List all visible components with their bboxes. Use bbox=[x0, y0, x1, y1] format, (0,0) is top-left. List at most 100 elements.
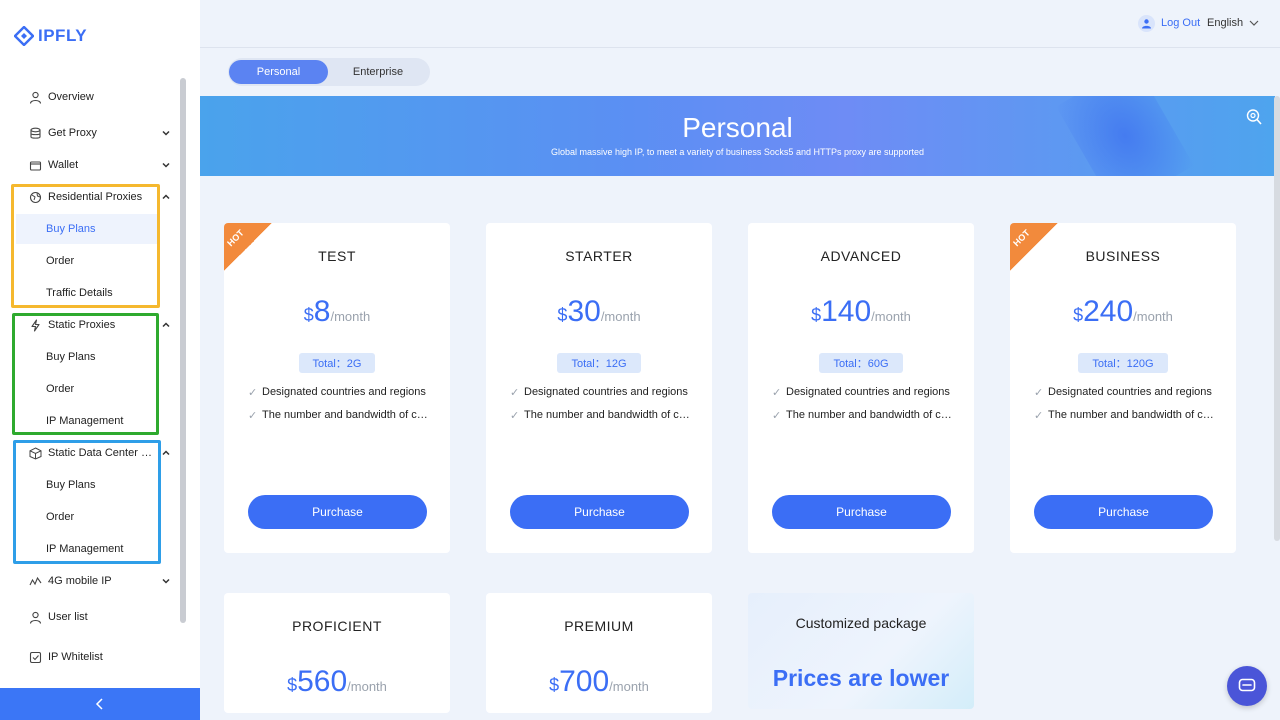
plan-feature: Designated countries and regions bbox=[1034, 386, 1218, 398]
sidebar-item-static-proxies[interactable]: Static Proxies bbox=[0, 310, 178, 340]
avatar[interactable] bbox=[1138, 15, 1155, 32]
sidebar-subitem-residential-buy-plans[interactable]: Buy Plans bbox=[16, 214, 158, 244]
plan-name: BUSINESS bbox=[1085, 248, 1161, 264]
sidebar-item-static-data-center-proxies[interactable]: Static Data Center Proxies bbox=[0, 438, 178, 468]
plan-name: STARTER bbox=[565, 248, 633, 264]
lightning-icon bbox=[29, 318, 42, 332]
plan-feature: Designated countries and regions bbox=[248, 386, 432, 398]
user-icon bbox=[29, 611, 42, 624]
plan-total: Total：60G bbox=[748, 353, 974, 373]
custom-title: Customized package bbox=[795, 615, 927, 631]
sidebar-subitem-datacenter-ip-management[interactable]: IP Management bbox=[16, 534, 158, 564]
plan-price: $8/month bbox=[303, 295, 371, 328]
purchase-button[interactable]: Purchase bbox=[248, 495, 427, 529]
cube-icon bbox=[29, 446, 42, 460]
globe-icon bbox=[29, 191, 42, 204]
sidebar-item-wallet[interactable]: Wallet bbox=[0, 150, 178, 180]
plan-feature: The number and bandwidth of connections bbox=[510, 409, 694, 421]
sidebar-item-get-proxy[interactable]: Get Proxy bbox=[0, 118, 178, 148]
banner-title: Personal bbox=[682, 112, 793, 143]
plan-feature: Designated countries and regions bbox=[510, 386, 694, 398]
sidebar-item-user-list[interactable]: User list bbox=[0, 602, 178, 632]
tab-personal[interactable]: Personal bbox=[229, 60, 328, 84]
plan-name: TEST bbox=[318, 248, 356, 264]
sidebar-item-ip-whitelist[interactable]: IP Whitelist bbox=[0, 642, 178, 672]
sidebar-item-residential-proxies[interactable]: Residential Proxies bbox=[0, 182, 178, 212]
plan-card-business: HOT BUSINESS $240/month Total：120G Desig… bbox=[1010, 223, 1236, 553]
plan-price: $240/month bbox=[1073, 295, 1173, 328]
sidebar-collapse-button[interactable] bbox=[0, 688, 200, 720]
chevron-down-icon bbox=[162, 130, 170, 136]
plan-type-tabs: Personal Enterprise bbox=[228, 58, 430, 86]
sidebar-subitem-static-ip-management[interactable]: IP Management bbox=[16, 406, 158, 436]
sidebar-subitem-static-buy-plans[interactable]: Buy Plans bbox=[16, 342, 158, 372]
sidebar-subitem-residential-traffic-details[interactable]: Traffic Details bbox=[16, 278, 158, 308]
purchase-button[interactable]: Purchase bbox=[1034, 495, 1213, 529]
sidebar-subitem-residential-order[interactable]: Order bbox=[16, 246, 158, 276]
chevron-up-icon bbox=[162, 194, 170, 200]
purchase-button[interactable]: Purchase bbox=[510, 495, 689, 529]
hero-banner: Personal Global massive high IP, to meet… bbox=[200, 96, 1275, 176]
plan-price: $140/month bbox=[811, 295, 911, 328]
plan-name: ADVANCED bbox=[820, 248, 902, 264]
plan-price: $700/month bbox=[549, 665, 649, 698]
sidebar-subitem-static-order[interactable]: Order bbox=[16, 374, 158, 404]
plan-card-starter: STARTER $30/month Total：12G Designated c… bbox=[486, 223, 712, 553]
sidebar: IPFLY Overview Get Proxy Wallet Resident… bbox=[0, 0, 200, 720]
language-label: English bbox=[1207, 17, 1244, 29]
sidebar-subitem-datacenter-buy-plans[interactable]: Buy Plans bbox=[16, 470, 158, 500]
chevron-up-icon bbox=[162, 322, 170, 328]
brand-name: IPFLY bbox=[38, 26, 88, 45]
database-icon bbox=[29, 127, 42, 140]
plan-name: PROFICIENT bbox=[292, 618, 382, 634]
plan-feature: The number and bandwidth of connections bbox=[772, 409, 956, 421]
sidebar-scrollbar[interactable] bbox=[180, 78, 186, 623]
banner-subtitle: Global massive high IP, to meet a variet… bbox=[550, 147, 925, 157]
page-scrollbar[interactable] bbox=[1274, 96, 1280, 541]
customized-package-card[interactable]: Customized package Prices are lower bbox=[748, 593, 974, 709]
plan-card-test: HOT TEST $8/month Total：2G Designated co… bbox=[224, 223, 450, 553]
sidebar-item-label: Overview bbox=[48, 91, 94, 103]
plan-card-premium: PREMIUM $700/month bbox=[486, 593, 712, 713]
plan-card-advanced: ADVANCED $140/month Total：60G Designated… bbox=[748, 223, 974, 553]
signal-icon bbox=[29, 575, 42, 588]
chat-support-button[interactable] bbox=[1227, 666, 1267, 706]
sidebar-item-label: Get Proxy bbox=[48, 127, 97, 139]
wallet-icon bbox=[29, 159, 42, 172]
chevron-down-icon bbox=[162, 162, 170, 168]
sidebar-item-overview[interactable]: Overview bbox=[0, 82, 178, 112]
purchase-button[interactable]: Purchase bbox=[772, 495, 951, 529]
chevron-up-icon bbox=[162, 450, 170, 456]
chevron-down-icon bbox=[1249, 20, 1259, 26]
sidebar-item-label: 4G mobile IP bbox=[48, 575, 112, 587]
sidebar-item-label: Static Data Center Proxies bbox=[48, 447, 156, 459]
sidebar-subitem-datacenter-order[interactable]: Order bbox=[16, 502, 158, 532]
plan-price: $30/month bbox=[557, 295, 641, 328]
logo-icon bbox=[14, 26, 34, 46]
user-icon bbox=[29, 91, 42, 104]
sidebar-item-label: Wallet bbox=[48, 159, 79, 171]
sidebar-item-label: IP Whitelist bbox=[48, 651, 103, 663]
chat-icon bbox=[1238, 678, 1256, 692]
custom-subtitle: Prices are lower bbox=[772, 665, 950, 691]
logout-link[interactable]: Log Out bbox=[1161, 17, 1200, 29]
plan-total: Total：120G bbox=[1010, 353, 1236, 373]
sidebar-item-4g-mobile-ip[interactable]: 4G mobile IP bbox=[0, 566, 178, 596]
language-select[interactable]: English bbox=[1207, 17, 1259, 29]
plan-price: $560/month bbox=[287, 665, 387, 698]
top-bar: Log Out English bbox=[200, 0, 1280, 48]
plan-feature: The number and bandwidth of connections bbox=[1034, 409, 1218, 421]
plan-total: Total：12G bbox=[486, 353, 712, 373]
sidebar-item-label: Residential Proxies bbox=[48, 191, 143, 203]
chevron-down-icon bbox=[162, 578, 170, 584]
tab-enterprise[interactable]: Enterprise bbox=[328, 60, 428, 84]
user-icon bbox=[1142, 19, 1151, 29]
shield-icon bbox=[29, 651, 42, 664]
chevron-left-icon bbox=[95, 698, 103, 710]
search-location-icon[interactable] bbox=[1245, 108, 1263, 126]
brand-logo[interactable]: IPFLY bbox=[14, 26, 87, 46]
plan-card-proficient: PROFICIENT $560/month bbox=[224, 593, 450, 713]
plan-total: Total：2G bbox=[224, 353, 450, 373]
plan-feature: The number and bandwidth of connections bbox=[248, 409, 432, 421]
plan-name: PREMIUM bbox=[564, 618, 634, 634]
